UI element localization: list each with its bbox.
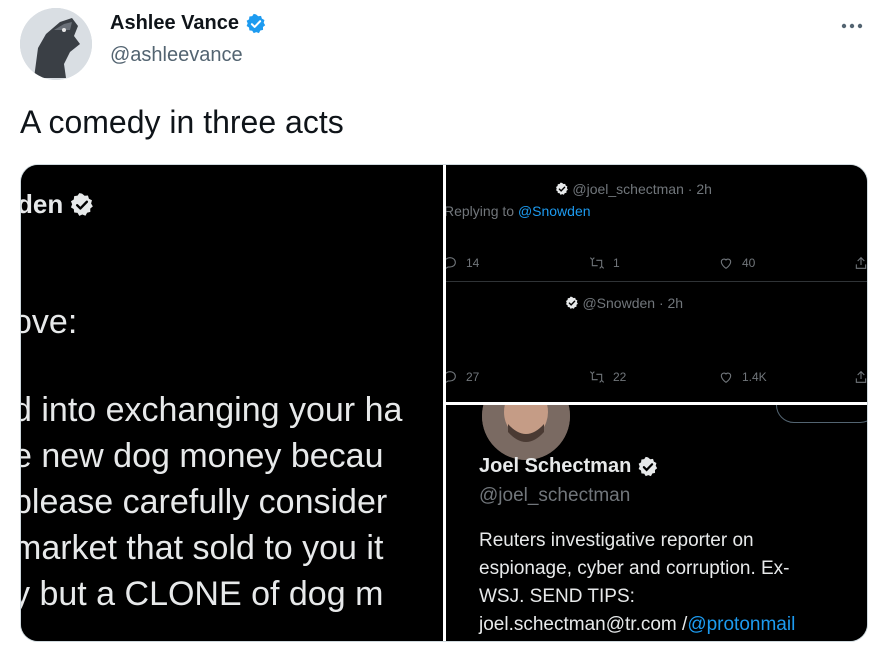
retweet-icon <box>589 371 605 383</box>
retweet-count: 1 <box>613 256 620 270</box>
reply1-header: Joel Schectman @joel_schectman · 2h <box>446 181 712 197</box>
profile-bio: Reuters investigative reporter on espion… <box>479 527 795 639</box>
verified-badge-icon <box>565 296 578 309</box>
reply-button[interactable]: 14 <box>446 255 479 271</box>
left-text-line: d into exchanging your ha <box>21 391 403 429</box>
more-icon <box>841 23 863 29</box>
replying-to-link[interactable]: @Snowden <box>518 203 591 219</box>
left-text-line: e new dog money becau <box>21 437 384 475</box>
left-text-line: market that sold to you it <box>21 529 384 567</box>
left-text-line: please carefully consider <box>21 483 388 521</box>
reply2-sep: · <box>655 295 668 311</box>
retweet-button[interactable]: 1 <box>589 255 620 271</box>
follow-button-edge[interactable] <box>776 405 867 423</box>
reply1-actions: 14 1 40 <box>446 255 867 275</box>
reply-icon <box>446 371 456 383</box>
bio-line: espionage, cyber and corruption. Ex- <box>479 558 790 579</box>
verified-badge-icon <box>638 456 658 476</box>
reply2-name: Edward Snowden <box>446 295 561 311</box>
reply1-handle: @joel_schectman <box>572 181 684 197</box>
verified-badge-icon <box>555 182 568 195</box>
author-name-row: Ashlee Vance <box>110 12 267 35</box>
author-avatar[interactable] <box>20 8 92 80</box>
author-name[interactable]: Ashlee Vance <box>110 12 239 35</box>
verified-badge-icon <box>71 192 94 216</box>
share-icon <box>855 256 867 269</box>
bio-link[interactable]: @protonmail <box>687 614 795 635</box>
share-button[interactable] <box>853 255 867 271</box>
bio-line: Reuters investigative reporter on <box>479 530 754 551</box>
left-text-line: y but a CLONE of dog m <box>21 575 384 613</box>
reply2-header: Edward Snowden @Snowden · 2h <box>446 295 683 311</box>
reply1-time: 2h <box>696 181 712 197</box>
like-count: 40 <box>742 256 756 270</box>
reply1-sep: · <box>683 181 697 197</box>
reply-count: 27 <box>466 370 480 384</box>
profile-name-row: Joel Schectman <box>479 455 659 478</box>
retweet-icon <box>589 257 605 269</box>
bio-line: WSJ. SEND TIPS: <box>479 586 635 607</box>
bio-line: joel.schectman@tr.com /@protonmail <box>479 611 795 639</box>
like-button[interactable]: 1.4K <box>718 369 767 385</box>
like-icon <box>720 258 732 269</box>
left-panel-name: den <box>21 189 95 220</box>
bio-email: joel.schectman@tr.com / <box>479 614 688 635</box>
like-icon <box>720 372 732 383</box>
reply2-text-line: knowing. <box>446 338 500 354</box>
reply-count: 14 <box>466 256 480 270</box>
replying-prefix: Replying to <box>446 203 518 219</box>
share-icon <box>855 370 867 383</box>
tweet-text: A comedy in three acts <box>20 104 344 140</box>
more-options-button[interactable] <box>835 14 869 38</box>
reply2-handle: @Snowden <box>582 295 656 311</box>
like-count: 1.4K <box>742 370 767 384</box>
reply1-text: dog money? <box>446 225 522 241</box>
reply1-replying-to: Replying to @Snowden <box>446 203 591 219</box>
share-button[interactable] <box>853 369 867 385</box>
media-image-top-right[interactable]: Joel Schectman @joel_schectman · 2h Repl… <box>446 165 867 402</box>
left-panel-name-text: den <box>21 189 64 219</box>
reply-separator <box>446 281 867 282</box>
profile-handle: @joel_schectman <box>479 485 631 506</box>
reply2-time: 2h <box>667 295 684 311</box>
retweet-count: 22 <box>613 370 627 384</box>
author-handle[interactable]: @ashleevance <box>110 44 243 67</box>
media-image-left[interactable]: den ove: d into exchanging your ha e new… <box>21 165 443 641</box>
like-button[interactable]: 40 <box>718 255 755 271</box>
reply2-actions: 27 22 1.4K <box>446 369 867 389</box>
media-image-bottom-right[interactable]: Joel Schectman @joel_schectman Reuters i… <box>446 405 867 641</box>
profile-name: Joel Schectman <box>479 455 632 477</box>
retweet-button[interactable]: 22 <box>589 369 626 385</box>
tweet-media-grid[interactable]: den ove: d into exchanging your ha e new… <box>20 164 868 642</box>
reply2-text-line: f you don't know what i'm talking about,… <box>446 317 844 333</box>
reply1-name: Joel Schectman <box>446 181 551 197</box>
reply-icon <box>446 257 456 269</box>
reply-button[interactable]: 27 <box>446 369 479 385</box>
verified-badge-icon <box>246 13 266 33</box>
left-text-line: ove: <box>21 303 78 341</box>
